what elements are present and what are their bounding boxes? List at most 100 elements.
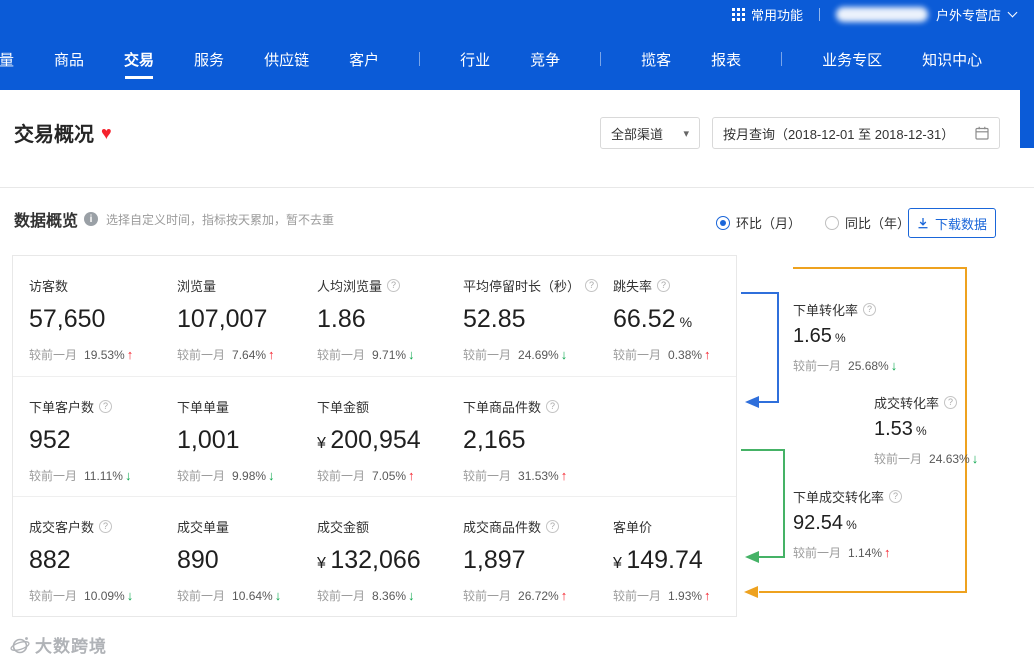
download-label: 下载数据 bbox=[934, 216, 987, 232]
grid-icon bbox=[731, 7, 745, 21]
metric-label: 成交金额 bbox=[317, 520, 370, 535]
help-icon[interactable]: ? bbox=[546, 400, 560, 413]
topbar-divider bbox=[818, 7, 820, 21]
metric-compare: 较前一月 26.72% ↑ bbox=[463, 588, 568, 603]
blurred-account-name bbox=[835, 6, 928, 22]
metric-visitors: 访客数 57,650 较前一月 19.53% ↑ bbox=[29, 276, 177, 376]
trend-arrow-icon: ↓ bbox=[890, 358, 898, 373]
watermark-text: 大数跨境 bbox=[35, 637, 107, 656]
nav-item-reports[interactable]: 报表 bbox=[711, 49, 741, 70]
conversion-order-rate: 下单转化率? 1.65% 较前一月 25.68% ↓ bbox=[793, 300, 897, 374]
account-menu[interactable]: 户外专营店 bbox=[835, 5, 1018, 24]
metric-compare: 较前一月 25.68% ↓ bbox=[793, 358, 898, 373]
help-icon[interactable]: ? bbox=[863, 303, 877, 316]
radio-yoy-label: 同比（年） bbox=[845, 216, 911, 231]
metric-label: 下单客户数 bbox=[29, 400, 95, 415]
metric-value: 890 bbox=[177, 546, 219, 574]
metric-value: 92.54% bbox=[793, 512, 857, 534]
nav-item-trade[interactable]: 交易 bbox=[124, 49, 154, 79]
help-icon[interactable]: ? bbox=[546, 520, 560, 533]
nav-item-business-zone[interactable]: 业务专区 bbox=[822, 49, 882, 70]
metric-views-per-visitor: 人均浏览量? 1.86 较前一月 9.71% ↓ bbox=[317, 276, 463, 376]
nav-divider bbox=[419, 52, 421, 66]
help-icon[interactable]: ? bbox=[944, 396, 958, 409]
nav-item-attract-customers[interactable]: 揽客 bbox=[641, 49, 671, 70]
channel-filter-value: 全部渠道 bbox=[611, 126, 664, 142]
metric-compare: 较前一月 7.05% ↑ bbox=[317, 468, 415, 483]
common-functions-label: 常用功能 bbox=[750, 7, 803, 23]
metric-value: 1.86 bbox=[317, 305, 366, 333]
channel-filter-select[interactable]: 全部渠道 ▾ bbox=[600, 117, 700, 149]
page-title-text: 交易概况 bbox=[14, 124, 94, 146]
metric-avg-order-value: 客单价 ¥ 149.74 较前一月 1.93% ↑ bbox=[613, 517, 736, 616]
nav-item-knowledge-center[interactable]: 知识中心 bbox=[922, 49, 982, 70]
metric-order-count: 下单单量 1,001 较前一月 9.98% ↓ bbox=[177, 397, 317, 496]
chevron-down-icon bbox=[1007, 7, 1018, 17]
metric-deal-item-count: 成交商品件数? 1,897 较前一月 26.72% ↑ bbox=[463, 517, 613, 616]
metric-label: 成交转化率 bbox=[874, 396, 940, 411]
trend-arrow-icon: ↓ bbox=[274, 588, 282, 603]
metric-value: 1,897 bbox=[463, 546, 526, 574]
top-utility-bar: 常用功能 户外专营店 bbox=[0, 0, 1034, 28]
metric-order-customers: 下单客户数? 952 较前一月 11.11% ↓ bbox=[29, 397, 177, 496]
metric-label: 下单单量 bbox=[177, 400, 230, 415]
nav-item-products[interactable]: 商品 bbox=[54, 49, 84, 70]
nav-item-traffic[interactable]: 流量 bbox=[0, 49, 14, 70]
metric-label: 下单转化率 bbox=[793, 303, 859, 318]
trend-arrow-icon: ↓ bbox=[560, 347, 568, 362]
radio-mom[interactable]: 环比（月） bbox=[716, 213, 801, 232]
nav-item-customers[interactable]: 客户 bbox=[349, 49, 379, 70]
radio-mom-circle[interactable] bbox=[716, 215, 730, 230]
metric-label: 下单金额 bbox=[317, 400, 370, 415]
nav-item-service[interactable]: 服务 bbox=[194, 49, 224, 70]
date-range-value: 按月查询（2018-12-01 至 2018-12-31） bbox=[723, 126, 955, 142]
metric-compare: 较前一月 24.69% ↓ bbox=[463, 347, 568, 362]
metric-value: 882 bbox=[29, 546, 71, 574]
trend-arrow-icon: ↑ bbox=[268, 347, 275, 362]
header-corner-decoration bbox=[1020, 90, 1034, 148]
help-icon[interactable]: ? bbox=[889, 490, 903, 503]
metric-label: 客单价 bbox=[613, 520, 653, 535]
metrics-panel: 访客数 57,650 较前一月 19.53% ↑ 浏览量 107,007 较前一月 7… bbox=[12, 255, 737, 617]
calendar-icon bbox=[975, 126, 989, 140]
overview-title-text: 数据概览 bbox=[14, 213, 79, 230]
download-data-button[interactable]: 下载数据 bbox=[908, 208, 996, 238]
nav-item-competition[interactable]: 竞争 bbox=[530, 49, 560, 70]
metric-compare: 较前一月 11.11% ↓ bbox=[29, 468, 132, 483]
nav-divider bbox=[600, 52, 602, 66]
conversion-deal-rate: 成交转化率? 1.53% 较前一月 24.63% ↓ bbox=[874, 393, 978, 467]
help-icon[interactable]: ? bbox=[99, 520, 113, 533]
metric-value: 57,650 bbox=[29, 305, 106, 333]
metric-label: 下单成交转化率 bbox=[793, 490, 885, 505]
help-icon[interactable]: ? bbox=[387, 279, 401, 292]
metrics-row-traffic: 访客数 57,650 较前一月 19.53% ↑ 浏览量 107,007 较前一月 7… bbox=[13, 256, 736, 376]
help-icon[interactable]: ? bbox=[585, 279, 599, 292]
date-range-picker[interactable]: 按月查询（2018-12-01 至 2018-12-31） bbox=[712, 117, 1000, 149]
metric-compare: 较前一月 7.64% ↑ bbox=[177, 347, 275, 362]
metric-value: ¥ 149.74 bbox=[613, 546, 703, 574]
metric-compare: 较前一月 1.14% ↑ bbox=[793, 545, 891, 560]
metrics-row-deals: 成交客户数? 882 较前一月 10.09% ↓ 成交单量 890 较前一月 10.6… bbox=[13, 496, 736, 616]
info-icon[interactable]: i bbox=[84, 212, 99, 226]
metric-compare: 较前一月 10.64% ↓ bbox=[177, 588, 282, 603]
globe-icon bbox=[10, 636, 30, 653]
metric-compare: 较前一月 31.53% ↑ bbox=[463, 468, 568, 483]
radio-mom-label: 环比（月） bbox=[736, 216, 802, 231]
metric-compare: 较前一月 9.71% ↓ bbox=[317, 347, 415, 362]
help-icon[interactable]: ? bbox=[99, 400, 113, 413]
help-icon[interactable]: ? bbox=[657, 279, 671, 292]
trend-arrow-icon: ↑ bbox=[126, 347, 134, 362]
trend-arrow-icon: ↓ bbox=[971, 451, 979, 466]
nav-item-industry[interactable]: 行业 bbox=[460, 49, 490, 70]
metric-value: 2,165 bbox=[463, 426, 526, 454]
nav-divider bbox=[781, 52, 783, 66]
trend-arrow-icon: ↓ bbox=[126, 588, 134, 603]
metric-deal-count: 成交单量 890 较前一月 10.64% ↓ bbox=[177, 517, 317, 616]
favorite-heart-icon[interactable]: ♥ bbox=[101, 124, 112, 142]
common-functions-button[interactable]: 常用功能 bbox=[731, 5, 803, 24]
metric-deal-amount: 成交金额 ¥ 132,066 较前一月 8.36% ↓ bbox=[317, 517, 463, 616]
nav-item-supply-chain[interactable]: 供应链 bbox=[264, 49, 309, 70]
radio-yoy[interactable]: 同比（年） bbox=[825, 213, 910, 232]
metric-label: 成交客户数 bbox=[29, 520, 95, 535]
radio-yoy-circle[interactable] bbox=[825, 215, 840, 230]
